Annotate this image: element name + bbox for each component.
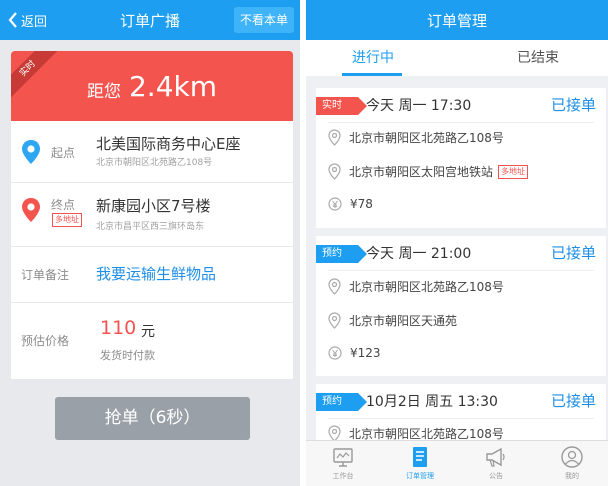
order-note-row: 订单备注 我要运输生鲜物品 [11,247,293,303]
order-tabs: 进行中 已结束 [306,40,608,76]
nav-item-profile[interactable]: 我的 [542,445,602,481]
active-tab-indicator [342,73,402,76]
order-management-screen: 订单管理 进行中 已结束 实时 今天 周一 17:30 已接单 北京市朝阳区北苑… [306,0,608,486]
order-status: 已接单 [550,96,596,114]
monitor-icon [333,448,353,467]
price-label: 预估价格 [21,334,70,348]
tab-finished[interactable]: 已结束 [517,40,559,76]
order-status: 已接单 [550,244,596,262]
from-address-line: 北京市朝阳区北苑路乙108号 [328,129,504,146]
chevron-left-icon [8,12,17,28]
back-label: 返回 [21,14,48,30]
order-time: 今天 周一 17:30 [366,98,472,114]
page-title: 订单管理 [426,11,487,30]
location-outline-icon [328,129,341,146]
start-point-row: 起点 北美国际商务中心E座 北京市朝阳区北苑路乙108号 [11,121,293,183]
end-address: 北京市昌平区西三旗环岛东 [96,222,205,232]
distance-value: 2.4km [128,69,218,103]
to-address: 北京市朝阳区太阳宫地铁站 [349,165,494,179]
user-icon [561,446,583,468]
order-card[interactable]: 预约 今天 周一 21:00 已接单 北京市朝阳区北苑路乙108号 北京市朝阳区… [316,236,606,376]
location-outline-icon [328,312,341,329]
divider [328,122,594,123]
distance-banner: 实时 距您 2.4km [11,51,293,121]
location-pin-icon [22,198,40,222]
order-time: 今天 周一 21:00 [366,246,472,262]
order-broadcast-screen: 返回 订单广播 不看本单 实时 距您 2.4km 起点 北美国际商务中心E座 北… [0,0,300,486]
multi-address-tag: 多地址 [52,213,82,227]
order-time: 10月2日 周五 13:30 [366,394,498,410]
multi-address-tag: 多地址 [498,164,529,179]
yen-coin-icon [328,197,342,211]
nav-item-announcements[interactable]: 公告 [466,445,526,481]
nav-item-workbench[interactable]: 工作台 [313,445,373,481]
nav-item-orders[interactable]: 订单管理 [390,445,450,481]
realtime-tag: 实时 [316,97,367,115]
note-value: 我要运输生鲜物品 [96,265,217,283]
ignore-order-button[interactable]: 不看本单 [233,7,294,33]
order-card[interactable]: 实时 今天 周一 17:30 已接单 北京市朝阳区北苑路乙108号 北京市朝阳区… [316,88,606,228]
end-point-row: 终点 多地址 新康园小区7号楼 北京市昌平区西三旗环岛东 [11,183,293,247]
start-name: 北美国际商务中心E座 [96,135,241,153]
location-pin-icon [22,140,40,164]
from-address: 北京市朝阳区北苑路乙108号 [349,280,504,294]
order-price: ¥78 [350,197,373,211]
price-value: 110 [100,317,137,339]
back-button[interactable]: 返回 [8,0,47,40]
reservation-tag: 预约 [316,393,367,411]
start-type-label: 起点 [51,146,76,160]
order-status: 已接单 [550,392,596,410]
end-type-label: 终点 [51,198,76,212]
to-address-line: 北京市朝阳区太阳宫地铁站 多地址 [328,163,529,180]
divider [328,418,594,419]
location-outline-icon [328,163,341,180]
to-address: 北京市朝阳区天通苑 [349,314,458,328]
header-bar: 返回 订单广播 不看本单 [0,0,300,40]
payment-note: 发货时付款 [100,349,155,362]
price-line: ¥123 [328,346,381,360]
from-address: 北京市朝阳区北苑路乙108号 [349,131,504,145]
bottom-tab-bar: 工作台 订单管理 公告 我的 [306,440,608,486]
grab-order-button[interactable]: 抢单（6秒） [55,397,250,440]
to-address-line: 北京市朝阳区天通苑 [328,312,457,329]
distance-label: 距您 [86,81,121,102]
price-row: 预估价格 110 元 发货时付款 [11,303,293,379]
location-outline-icon [328,278,341,295]
from-address-line: 北京市朝阳区北苑路乙108号 [328,278,504,295]
divider [328,270,594,271]
tab-in-progress[interactable]: 进行中 [352,40,394,76]
document-icon [413,447,427,467]
order-detail-card: 起点 北美国际商务中心E座 北京市朝阳区北苑路乙108号 终点 多地址 新康园小… [11,121,293,379]
order-price: ¥123 [350,346,381,360]
end-name: 新康园小区7号楼 [96,197,211,215]
yen-coin-icon [328,346,342,360]
realtime-corner-tag: 实时 [11,51,60,101]
reservation-tag: 预约 [316,245,367,263]
note-label: 订单备注 [21,268,70,282]
header-bar: 订单管理 [306,0,608,40]
page-title: 订单广播 [119,11,180,30]
price-line: ¥78 [328,197,373,211]
order-card[interactable]: 预约 10月2日 周五 13:30 已接单 北京市朝阳区北苑路乙108号 [316,384,606,444]
price-unit: 元 [141,324,155,340]
megaphone-icon [486,447,505,467]
start-address: 北京市朝阳区北苑路乙108号 [96,158,213,168]
